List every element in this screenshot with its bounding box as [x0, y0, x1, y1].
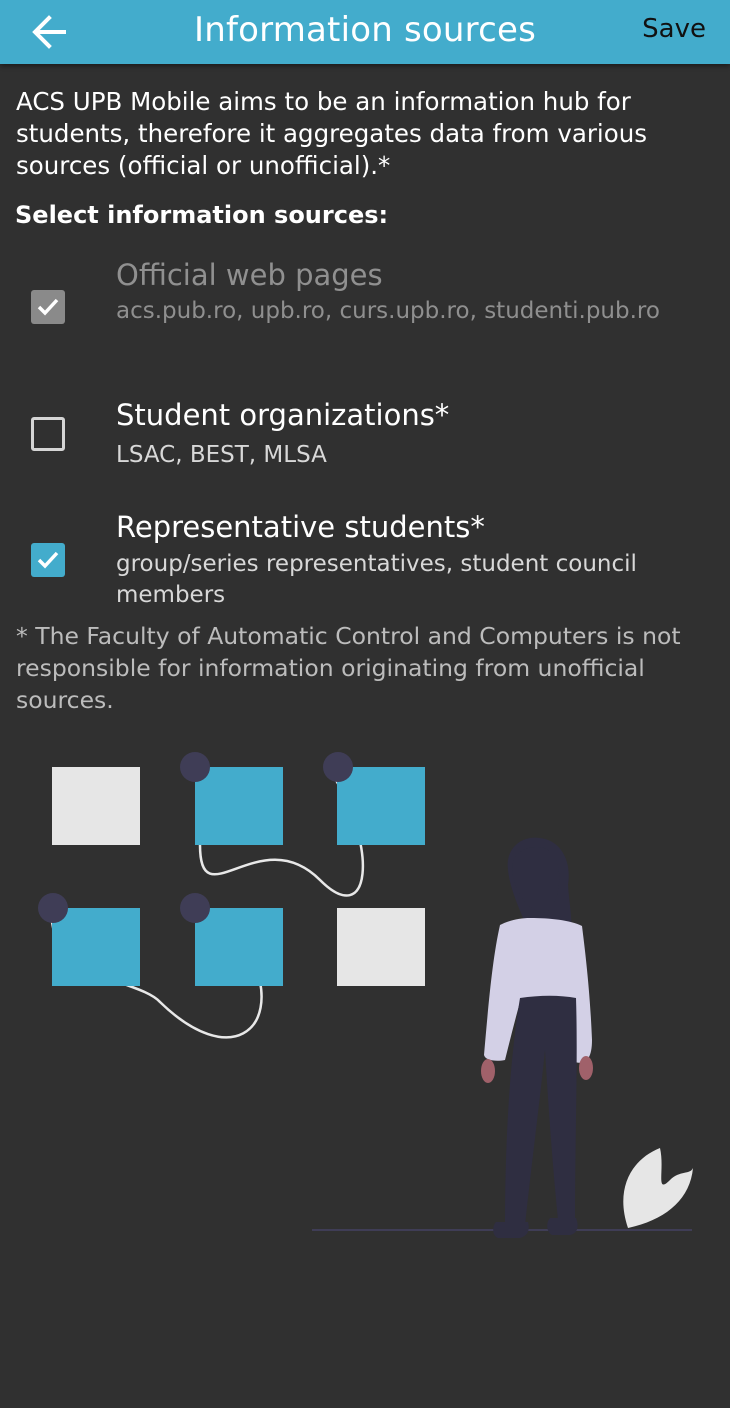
card-blue — [195, 908, 283, 986]
source-subtitle: LSAC, BEST, MLSA — [116, 442, 327, 468]
intro-text: ACS UPB Mobile aims to be an information… — [16, 87, 647, 180]
source-title: Student organizations* — [116, 398, 450, 432]
page-title: Information sources — [193, 10, 537, 50]
source-subtitle: acs.pub.ro, upb.ro, curs.upb.ro, student… — [116, 298, 660, 324]
checkbox-organizations[interactable] — [31, 417, 65, 451]
check-icon — [37, 298, 59, 316]
source-subtitle: group/series representatives, student co… — [116, 551, 637, 608]
source-title: Representative students* — [116, 510, 485, 544]
card-blue — [195, 767, 283, 845]
card-blue — [337, 767, 425, 845]
node-dot — [180, 893, 210, 923]
source-option-representatives[interactable]: Representative students* group/series re… — [0, 508, 730, 618]
person-figure — [481, 837, 593, 1238]
source-option-organizations[interactable]: Student organizations* LSAC, BEST, MLSA — [0, 396, 730, 486]
app-bar: Information sources Save — [0, 0, 730, 64]
check-icon — [37, 551, 59, 569]
source-title: Official web pages — [116, 258, 383, 292]
save-button[interactable]: Save — [642, 14, 706, 44]
node-dot — [323, 752, 353, 782]
card-blue — [52, 908, 140, 986]
main-content: ACS UPB Mobile aims to be an information… — [15, 86, 714, 230]
plant-leaf — [623, 1148, 693, 1228]
source-option-official[interactable]: Official web pages acs.pub.ro, upb.ro, c… — [0, 256, 730, 366]
card-gray — [337, 908, 425, 986]
footnote: * The Faculty of Automatic Control and C… — [16, 622, 681, 714]
checkbox-official[interactable] — [31, 290, 65, 324]
node-dot — [180, 752, 210, 782]
card-gray — [52, 767, 140, 845]
checkbox-representatives[interactable] — [31, 543, 65, 577]
section-heading: Select information sources: — [15, 201, 389, 229]
illustration-person-with-cards — [38, 752, 693, 1238]
node-dot — [38, 893, 68, 923]
